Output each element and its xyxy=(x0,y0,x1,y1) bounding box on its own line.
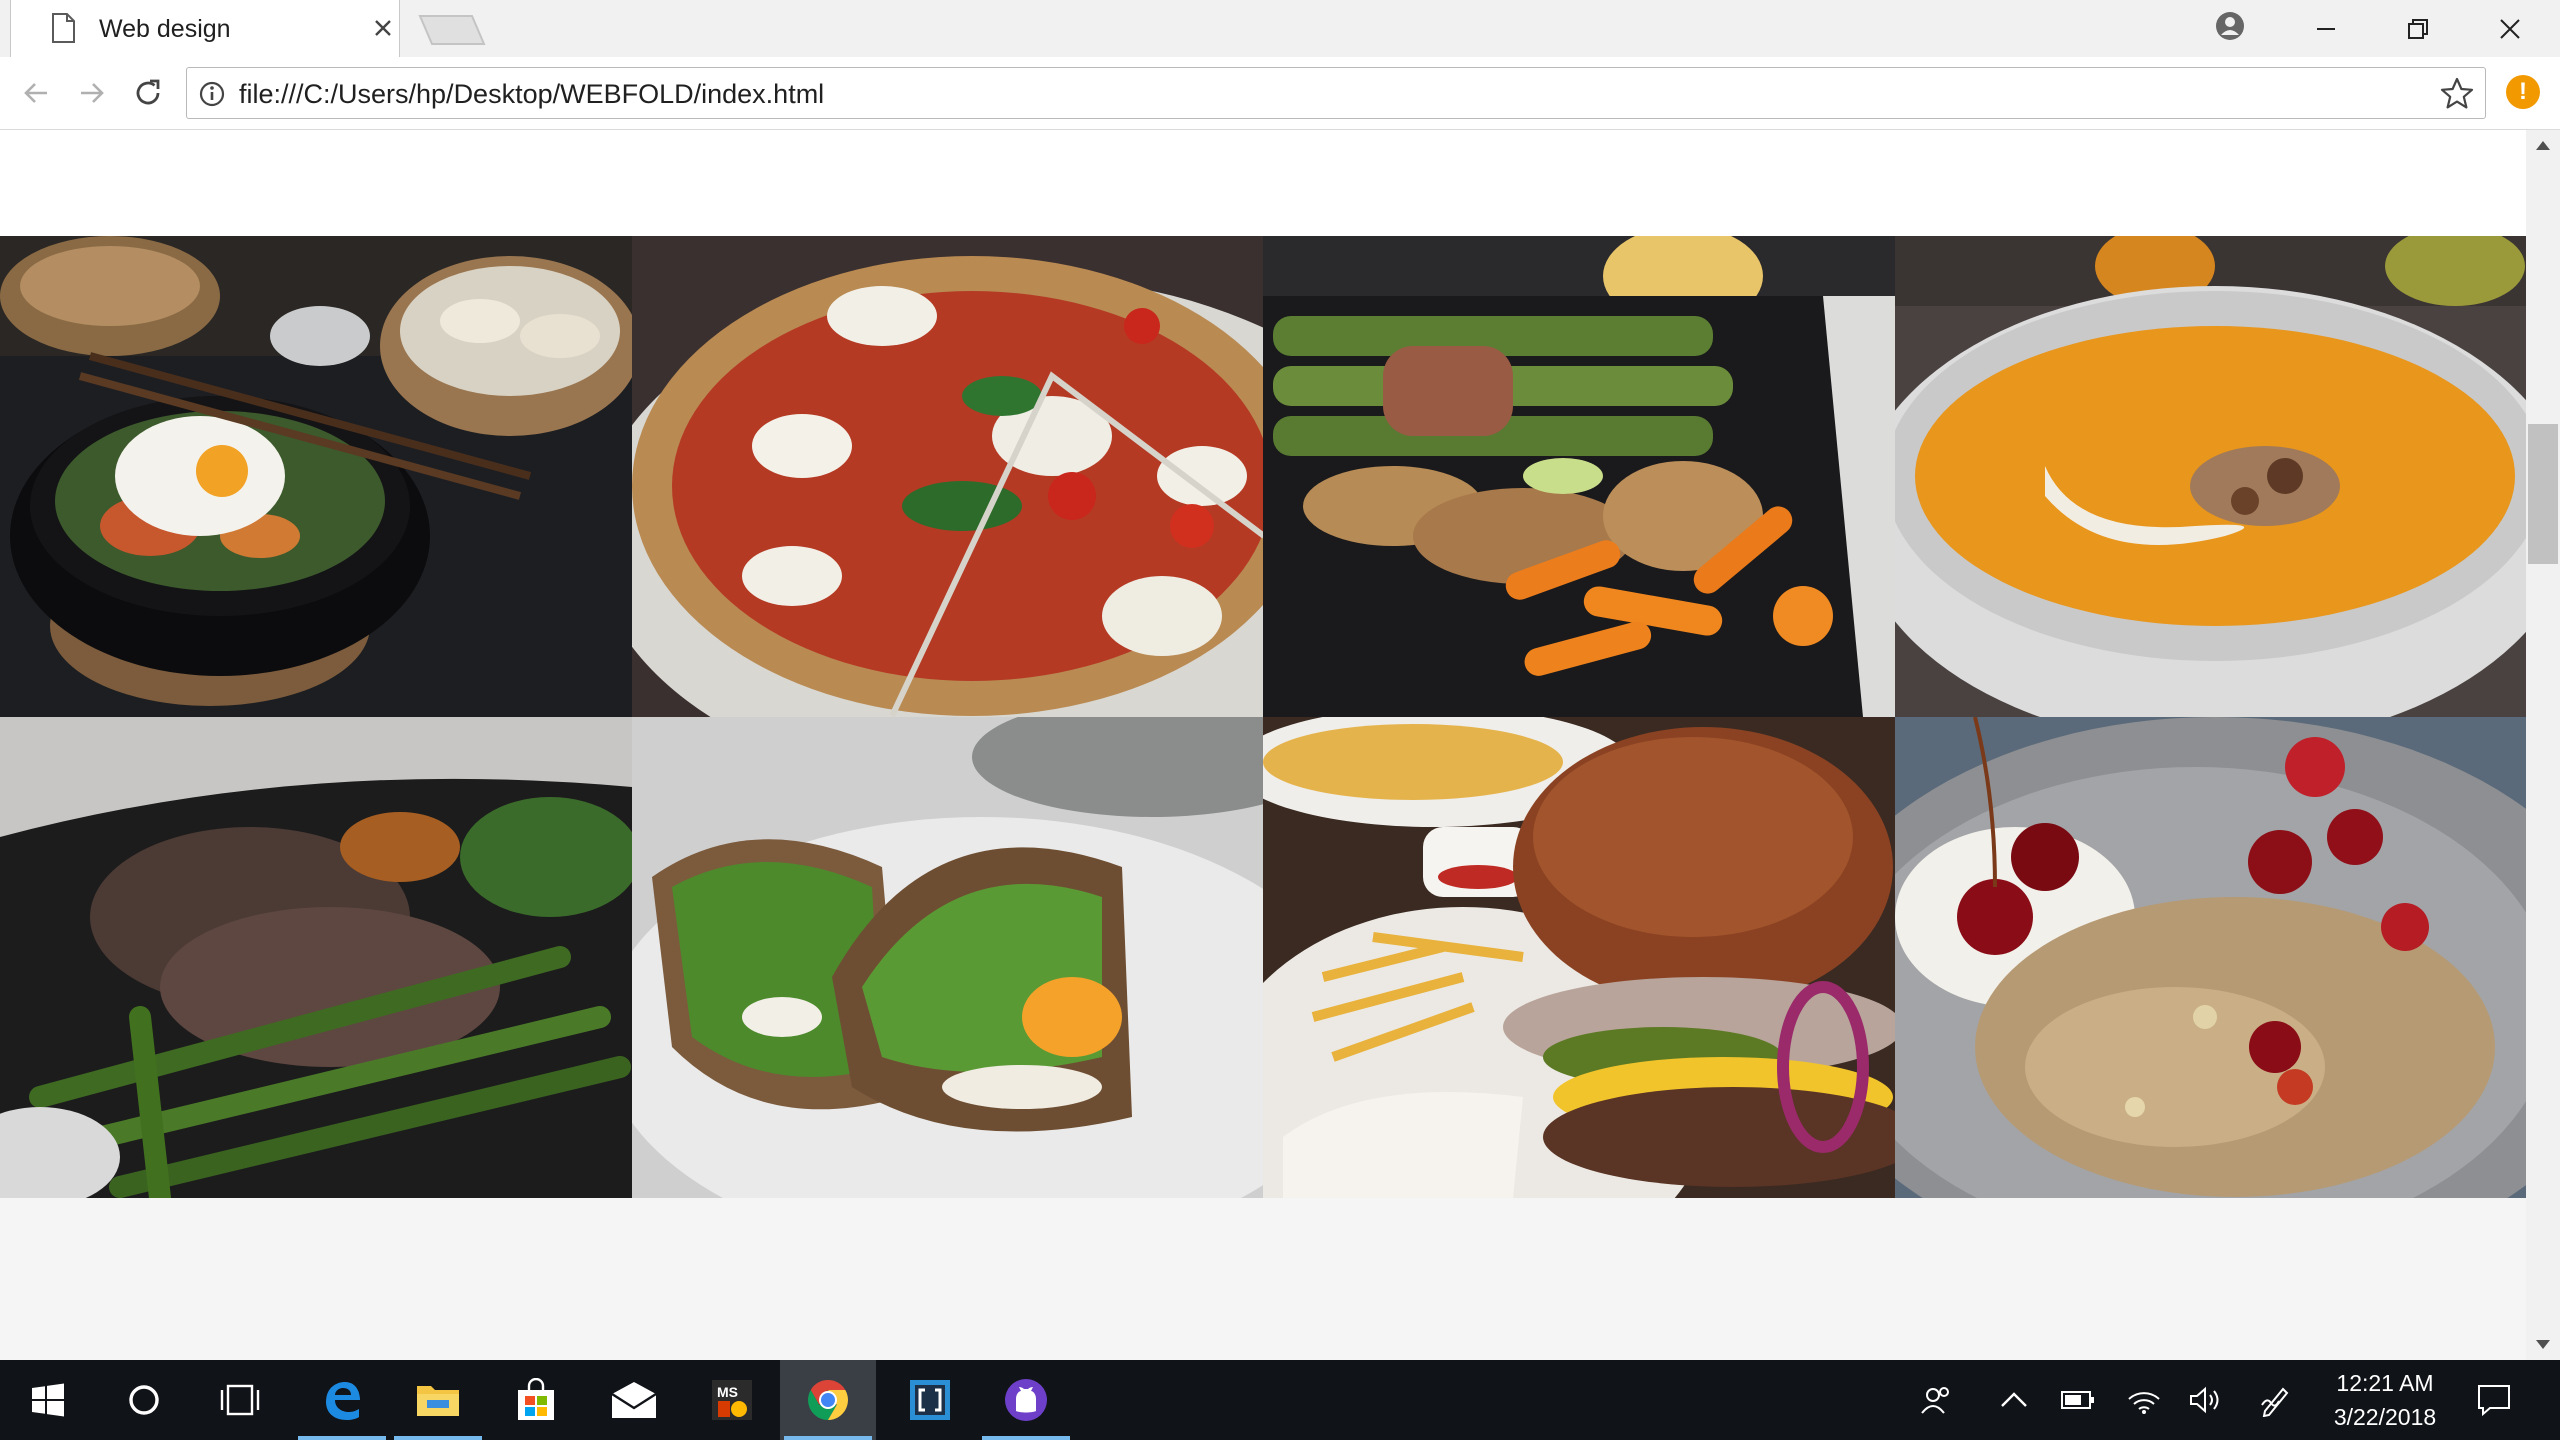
bookmark-star-icon[interactable] xyxy=(2439,76,2475,112)
taskbar-app-chrome[interactable] xyxy=(780,1360,876,1440)
office-app-icon: MS xyxy=(712,1380,752,1420)
store-bag-icon xyxy=(518,1378,554,1420)
gallery-image-pumpkin-soup[interactable] xyxy=(1894,236,2526,717)
triangle-down-icon xyxy=(2536,1340,2550,1349)
svg-text:MS: MS xyxy=(717,1384,738,1400)
github-icon xyxy=(1005,1379,1047,1421)
edge-icon xyxy=(326,1382,360,1420)
page-scrollbar[interactable] xyxy=(2526,130,2560,1360)
gallery-image-pizza[interactable] xyxy=(631,236,1263,717)
cortana-circle-icon xyxy=(129,1385,159,1415)
wifi-icon[interactable] xyxy=(2124,1380,2164,1420)
scroll-down-button[interactable] xyxy=(2526,1330,2560,1360)
food-gallery xyxy=(0,236,2526,1198)
gallery-image-steak-green-beans[interactable] xyxy=(0,717,632,1198)
browser-toolbar: file:///C:/Users/hp/Desktop/WEBFOLD/inde… xyxy=(0,57,2560,130)
volume-icon[interactable] xyxy=(2186,1380,2226,1420)
screen: Web design file:///C:/Users/hp/Desktop/W… xyxy=(0,0,2560,1440)
app-running-indicator xyxy=(394,1436,482,1440)
taskbar-app-brackets[interactable] xyxy=(882,1360,978,1440)
folder-icon xyxy=(417,1386,459,1416)
start-button[interactable] xyxy=(0,1360,96,1440)
taskbar-app-ms-office[interactable]: MS xyxy=(684,1360,780,1440)
windows-logo-icon xyxy=(32,1383,64,1417)
arrow-right-icon xyxy=(81,83,104,103)
show-hidden-icons-chevron-icon[interactable] xyxy=(1994,1380,2034,1420)
address-bar[interactable]: file:///C:/Users/hp/Desktop/WEBFOLD/inde… xyxy=(186,67,2486,119)
pen-workspace-icon[interactable] xyxy=(2256,1380,2296,1420)
app-running-indicator xyxy=(982,1436,1070,1440)
close-window-button[interactable] xyxy=(2464,0,2556,57)
gallery-image-sandwich[interactable] xyxy=(631,717,1263,1198)
info-icon[interactable] xyxy=(197,79,227,109)
page-viewport xyxy=(0,130,2526,1360)
tab-close-icon[interactable] xyxy=(367,12,399,44)
minimize-icon xyxy=(2317,27,2335,30)
page-header-area xyxy=(0,130,2526,236)
gallery-image-chicken-asparagus[interactable] xyxy=(1263,236,1895,717)
scroll-up-button[interactable] xyxy=(2526,130,2560,160)
restore-button[interactable] xyxy=(2372,0,2464,57)
url-text[interactable]: file:///C:/Users/hp/Desktop/WEBFOLD/inde… xyxy=(239,78,824,110)
arrow-left-icon xyxy=(24,83,47,103)
tab-title: Web design xyxy=(99,15,231,43)
browser-titlebar: Web design xyxy=(0,0,2560,57)
clock-time: 12:21 AM xyxy=(2336,1370,2434,1396)
windows-taskbar: MS 12:21 AM 3/22/2018 xyxy=(0,1360,2560,1440)
minimize-button[interactable] xyxy=(2280,0,2372,57)
gallery-image-bibimbap[interactable] xyxy=(0,236,632,717)
close-icon xyxy=(2500,18,2520,39)
taskbar-app-store[interactable] xyxy=(488,1360,584,1440)
mail-envelope-icon xyxy=(611,1382,657,1418)
taskbar-app-mail[interactable] xyxy=(586,1360,682,1440)
reload-button[interactable] xyxy=(126,71,170,115)
new-tab-button[interactable] xyxy=(418,14,486,46)
forward-button[interactable] xyxy=(70,71,114,115)
back-button[interactable] xyxy=(14,71,58,115)
action-center-icon[interactable] xyxy=(2474,1380,2514,1420)
profile-icon[interactable] xyxy=(2210,6,2250,46)
gallery-image-granola-cherries[interactable] xyxy=(1894,717,2526,1198)
task-view-icon xyxy=(220,1384,260,1416)
triangle-up-icon xyxy=(2536,141,2550,150)
reload-icon xyxy=(136,79,160,105)
cortana-search-button[interactable] xyxy=(96,1360,192,1440)
battery-icon[interactable] xyxy=(2058,1380,2098,1420)
taskbar-app-edge[interactable] xyxy=(294,1360,390,1440)
chrome-menu-update-button[interactable]: ! xyxy=(2506,75,2540,109)
restore-icon xyxy=(2408,18,2428,39)
app-running-indicator xyxy=(784,1436,872,1440)
chrome-icon xyxy=(808,1380,848,1420)
task-view-button[interactable] xyxy=(192,1360,288,1440)
gallery-image-burger-fries[interactable] xyxy=(1263,717,1895,1198)
taskbar-app-file-explorer[interactable] xyxy=(390,1360,486,1440)
browser-tab[interactable]: Web design xyxy=(10,0,400,57)
brackets-icon xyxy=(910,1380,950,1420)
page-icon xyxy=(52,13,75,43)
taskbar-app-github-desktop[interactable] xyxy=(978,1360,1074,1440)
people-icon[interactable] xyxy=(1916,1380,1956,1420)
clock-date: 3/22/2018 xyxy=(2333,1404,2437,1430)
scroll-thumb[interactable] xyxy=(2528,424,2558,564)
app-running-indicator xyxy=(298,1436,386,1440)
system-clock[interactable]: 12:21 AM 3/22/2018 xyxy=(2320,1366,2450,1434)
